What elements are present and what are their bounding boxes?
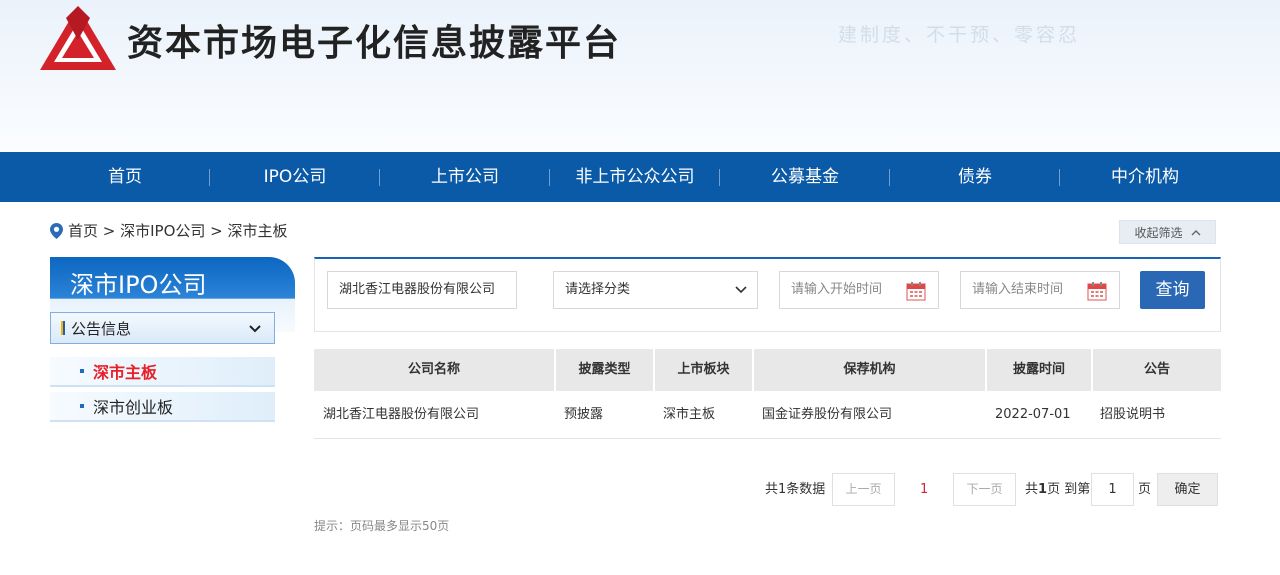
column-header-disclosure-type: 披露类型 <box>578 362 631 377</box>
category-select-value: 请选择分类 <box>565 282 631 297</box>
main-nav: 首页 IPO公司 上市公司 非上市公众公司 公募基金 债券 中介机构 <box>0 152 1280 202</box>
cell-board: 深市主板 <box>663 407 716 422</box>
sidebar-item-sz-main-board[interactable]: 深市主板 <box>50 357 275 387</box>
end-date-input[interactable]: 请输入结束时间 <box>960 271 1120 309</box>
sidebar-group-announcements[interactable]: 公告信息 <box>50 312 275 344</box>
category-select[interactable]: 请选择分类 <box>553 271 758 309</box>
nav-item-listed[interactable]: 上市公司 <box>380 152 550 202</box>
chevron-down-icon <box>249 325 261 333</box>
page-unit-label: 页 <box>1138 482 1152 497</box>
table-header-row: 公司名称 披露类型 上市板块 保荐机构 披露时间 公告 <box>314 349 1221 391</box>
collapse-filter-button[interactable]: 收起筛选 <box>1119 220 1216 244</box>
cell-date: 2022-07-01 <box>995 407 1071 422</box>
site-header: 资本市场电子化信息披露平台 建制度、不干预、零容忍 <box>0 0 1280 152</box>
cell-company: 湖北香江电器股份有限公司 <box>323 407 480 422</box>
cell-sponsor: 国金证券股份有限公司 <box>762 407 893 422</box>
company-name-input[interactable]: 湖北香江电器股份有限公司 <box>327 271 517 309</box>
bullet-icon <box>80 369 84 373</box>
filter-panel: 湖北香江电器股份有限公司 请选择分类 请输入开始时间 请输入结束时间 查询 <box>314 257 1221 332</box>
site-title: 资本市场电子化信息披露平台 <box>127 23 622 64</box>
calendar-icon[interactable] <box>906 281 926 301</box>
chevron-up-icon <box>1191 229 1200 235</box>
sidebar-item-label: 深市创业板 <box>93 398 174 417</box>
total-pages-prefix: 共 <box>1025 482 1039 497</box>
breadcrumb: 首页 > 深市IPO公司 > 深市主板 <box>50 220 288 241</box>
pagination-tip: 提示：页码最多显示50页 <box>314 519 450 533</box>
column-header-date: 披露时间 <box>1012 362 1065 377</box>
nav-item-bonds[interactable]: 债券 <box>890 152 1060 202</box>
company-name-value: 湖北香江电器股份有限公司 <box>339 282 496 297</box>
table-row: 湖北香江电器股份有限公司 预披露 深市主板 国金证券股份有限公司 2022-07… <box>314 391 1221 439</box>
column-header-announcement: 公告 <box>1143 362 1170 377</box>
nav-item-funds[interactable]: 公募基金 <box>720 152 890 202</box>
bullet-icon <box>80 404 84 408</box>
end-date-placeholder: 请输入结束时间 <box>972 282 1064 297</box>
goto-page-input[interactable]: 1 <box>1091 473 1134 506</box>
chevron-down-icon <box>735 286 747 294</box>
nav-item-intermediaries[interactable]: 中介机构 <box>1060 152 1230 202</box>
column-header-board: 上市板块 <box>677 362 730 377</box>
sidebar-item-sz-chinext[interactable]: 深市创业板 <box>50 392 275 422</box>
start-date-placeholder: 请输入开始时间 <box>791 282 883 297</box>
sidebar-item-label: 深市主板 <box>93 363 158 382</box>
nav-item-non-listed[interactable]: 非上市公众公司 <box>550 152 720 202</box>
nav-item-home[interactable]: 首页 <box>40 152 210 202</box>
next-page-button[interactable]: 下一页 <box>953 473 1016 506</box>
group-marker-icon <box>61 321 65 335</box>
total-pages: 共1页 到第 <box>1025 473 1090 506</box>
logo-icon[interactable] <box>38 4 118 72</box>
page-number-current[interactable]: 1 <box>920 473 928 506</box>
column-header-company: 公司名称 <box>407 362 460 377</box>
breadcrumb-text[interactable]: 首页 > 深市IPO公司 > 深市主板 <box>68 220 288 241</box>
total-pages-count: 1 <box>1038 482 1048 497</box>
column-header-sponsor: 保荐机构 <box>843 362 896 377</box>
nav-item-ipo[interactable]: IPO公司 <box>210 152 380 202</box>
collapse-filter-label: 收起筛选 <box>1134 225 1183 240</box>
cell-announcement-link[interactable]: 招股说明书 <box>1100 391 1165 439</box>
calendar-icon[interactable] <box>1087 281 1107 301</box>
site-slogan: 建制度、不干预、零容忍 <box>838 24 1081 46</box>
start-date-input[interactable]: 请输入开始时间 <box>779 271 939 309</box>
location-pin-icon <box>50 222 63 239</box>
sidebar-group-label: 公告信息 <box>71 319 132 338</box>
query-button[interactable]: 查询 <box>1140 271 1205 309</box>
cell-disclosure-type: 预披露 <box>564 407 604 422</box>
sidebar-title: 深市IPO公司 <box>70 271 207 299</box>
goto-confirm-button[interactable]: 确定 <box>1157 473 1218 506</box>
total-pages-suffix: 页 到第 <box>1047 482 1091 497</box>
prev-page-button[interactable]: 上一页 <box>832 473 895 506</box>
total-count: 共1条数据 <box>765 482 826 497</box>
